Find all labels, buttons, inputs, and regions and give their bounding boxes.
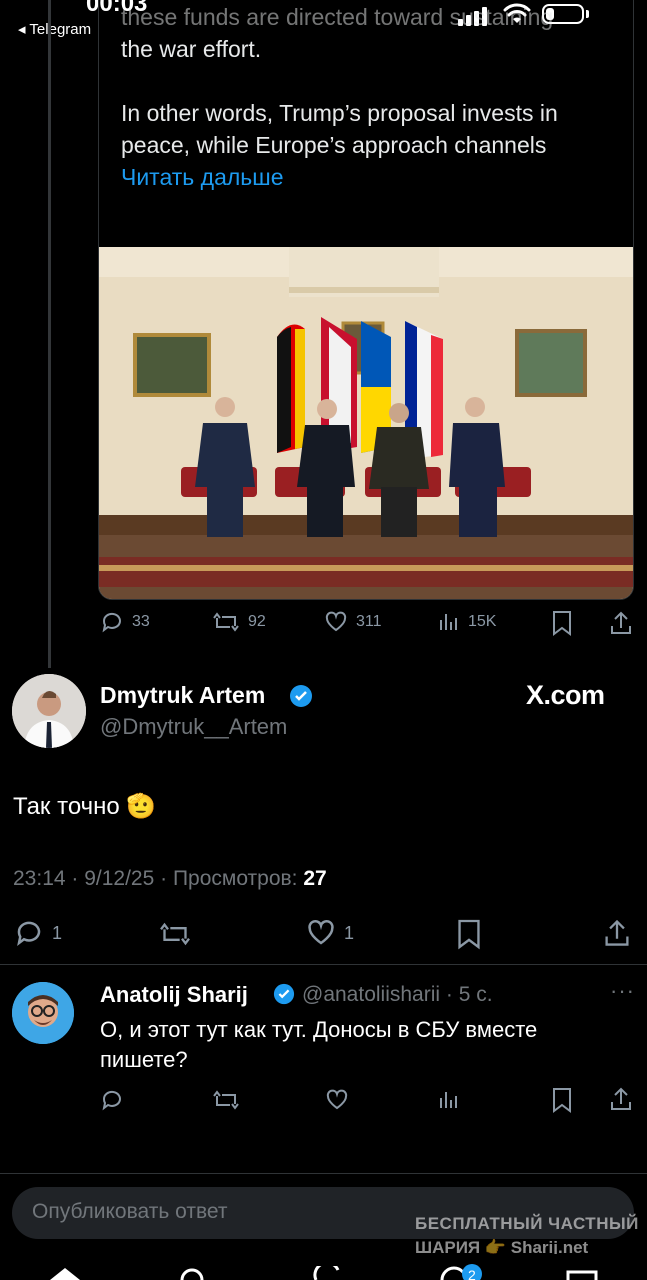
back-to-telegram-link[interactable]: ◂ Telegram: [18, 20, 91, 38]
reply-icon: [102, 612, 121, 633]
avatar-portrait: [12, 674, 86, 748]
reply-avatar[interactable]: [12, 982, 74, 1044]
quoted-faded-line: these funds are directed toward sustaini…: [121, 4, 554, 30]
x-com-logo: X.com: [526, 680, 605, 710]
bookmark-icon[interactable]: [551, 1087, 573, 1113]
tweet-meta: 23:14 · 9/12/25 · Просмотров: 27: [13, 867, 327, 891]
share-icon[interactable]: [608, 610, 634, 636]
grok-icon[interactable]: [310, 1266, 344, 1280]
reply-author-name[interactable]: Anatolij Sharij: [100, 982, 248, 1008]
reply-body: О, и этот тут как тут. Доносы в СБУ вмес…: [100, 1017, 538, 1072]
tweet-reply-count: 1: [52, 922, 63, 943]
heart-icon[interactable]: [325, 1088, 349, 1112]
heart-icon: [325, 611, 347, 632]
views-chart-icon: [440, 614, 457, 630]
reply-handle-time[interactable]: @anatoliisharii · 5 с.: [302, 983, 493, 1007]
quote-repost-count: 92: [248, 613, 266, 630]
read-more-link[interactable]: Читать дальше: [121, 164, 284, 190]
divider: [0, 1173, 647, 1174]
svg-text:2: 2: [468, 1267, 476, 1280]
quoted-text-body: the war effort. In other words, Trump’s …: [121, 36, 558, 158]
tweet-views-count: 27: [303, 867, 327, 890]
share-icon[interactable]: [608, 1086, 634, 1112]
views-chart-icon[interactable]: [438, 1088, 460, 1112]
bookmark-icon[interactable]: [551, 610, 573, 636]
bookmark-icon[interactable]: [456, 918, 482, 950]
notifications-icon[interactable]: 2: [440, 1264, 484, 1280]
tweet-timestamp: 23:14 · 9/12/25 · Просмотров:: [13, 867, 304, 890]
reply-input-placeholder[interactable]: Опубликовать ответ: [32, 1200, 228, 1224]
search-icon[interactable]: [178, 1268, 206, 1280]
author-name[interactable]: Dmytruk Artem: [100, 682, 265, 709]
quoted-photo[interactable]: [99, 247, 634, 599]
avatar[interactable]: [12, 674, 86, 748]
repost-icon[interactable]: [158, 920, 192, 948]
quoted-tweet-text: the war effort. In other words, Trump’s …: [121, 33, 621, 193]
more-options-icon[interactable]: ···: [610, 978, 635, 1004]
tweet-like-action[interactable]: 1: [306, 918, 354, 948]
tweet-like-count: 1: [344, 922, 355, 943]
verified-badge-icon: [290, 685, 312, 707]
quoted-tweet-card[interactable]: these funds are directed toward sustaini…: [98, 0, 634, 600]
verified-badge-icon: [273, 983, 295, 1005]
quote-reply-count: 33: [132, 613, 150, 630]
heart-icon: [308, 919, 334, 945]
quote-views-count: 15K: [468, 613, 497, 630]
reply-icon: [17, 921, 41, 946]
repost-icon[interactable]: [212, 1088, 240, 1112]
author-handle[interactable]: @Dmytruk__Artem: [100, 714, 287, 740]
quote-reply-action[interactable]: 33: [100, 610, 150, 634]
divider: [0, 964, 647, 965]
thread-connector-line: [48, 0, 51, 668]
tweet-reply-action[interactable]: 1: [14, 918, 62, 948]
tweet-body: Так точно 🫡: [13, 793, 157, 820]
reply-avatar-portrait: [12, 982, 74, 1044]
reply-icon[interactable]: [100, 1088, 124, 1112]
messages-icon[interactable]: [566, 1270, 598, 1280]
share-icon[interactable]: [602, 918, 632, 948]
quote-like-action[interactable]: 311: [324, 610, 382, 634]
quote-views-action[interactable]: 15K: [438, 610, 496, 634]
repost-icon: [213, 612, 239, 632]
watermark-line-1: БЕСПЛАТНЫЙ ЧАСТНЫЙ: [415, 1214, 639, 1233]
quote-repost-action[interactable]: 92: [212, 610, 266, 634]
quote-like-count: 311: [356, 613, 382, 630]
home-icon[interactable]: [48, 1266, 82, 1280]
